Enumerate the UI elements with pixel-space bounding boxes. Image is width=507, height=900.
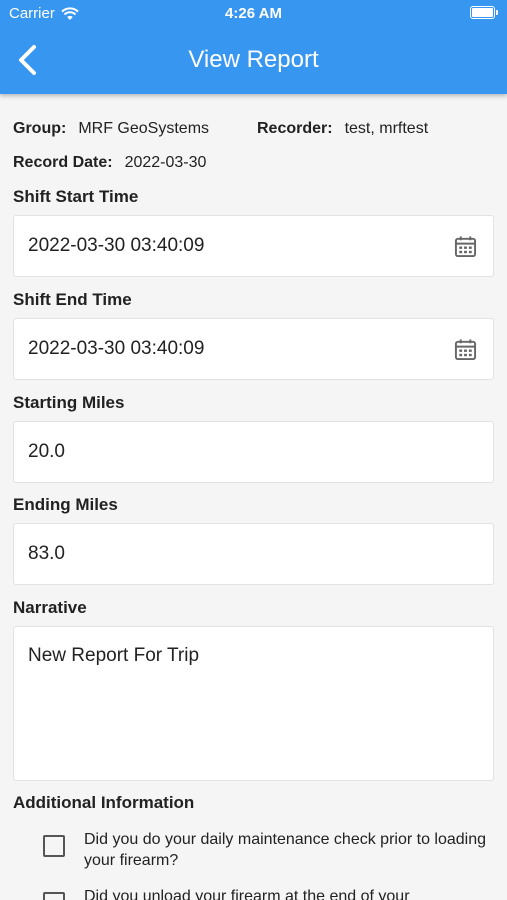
starting-miles-value: 20.0 xyxy=(28,441,65,462)
battery-icon xyxy=(470,6,498,19)
calendar-icon[interactable] xyxy=(454,235,477,258)
starting-miles-field[interactable]: 20.0 xyxy=(13,421,494,483)
group-label: Group: xyxy=(13,120,67,137)
ending-miles-field[interactable]: 83.0 xyxy=(13,523,494,585)
ending-miles-value: 83.0 xyxy=(28,543,65,564)
group-value: MRF GeoSystems xyxy=(78,120,210,137)
record-date-label: Record Date: xyxy=(13,154,113,171)
status-bar: Carrier 4:26 AM xyxy=(0,0,507,28)
checklist-item-text: Did you do your daily maintenance check … xyxy=(84,831,487,869)
nav-bar: View Report xyxy=(0,38,507,82)
ending-miles-label: Ending Miles xyxy=(13,495,118,514)
app-header: Carrier 4:26 AM View Report xyxy=(0,0,507,94)
shift-end-value: 2022-03-30 03:40:09 xyxy=(28,338,205,359)
record-date-value: 2022-03-30 xyxy=(124,154,207,171)
checklist-item-text: Did you unload your firearm at the end o… xyxy=(84,888,410,900)
record-date-row: Record Date: 2022-03-30 xyxy=(13,154,206,172)
recorder-row: Recorder: test, mrftest xyxy=(257,120,428,138)
additional-info-label: Additional Information xyxy=(13,793,195,812)
checkbox[interactable] xyxy=(43,892,65,900)
shift-start-value: 2022-03-30 03:40:09 xyxy=(28,235,205,256)
shift-start-label: Shift Start Time xyxy=(13,187,139,206)
shift-end-label: Shift End Time xyxy=(13,290,132,309)
status-time: 4:26 AM xyxy=(225,5,282,22)
shift-end-field[interactable]: 2022-03-30 03:40:09 xyxy=(13,318,494,380)
calendar-icon[interactable] xyxy=(454,338,477,361)
checklist-item: Did you unload your firearm at the end o… xyxy=(43,886,493,900)
shift-start-field[interactable]: 2022-03-30 03:40:09 xyxy=(13,215,494,277)
checklist-item: Did you do your daily maintenance check … xyxy=(43,829,493,871)
narrative-field[interactable]: New Report For Trip xyxy=(13,626,494,781)
starting-miles-label: Starting Miles xyxy=(13,393,125,412)
checkbox[interactable] xyxy=(43,835,65,857)
narrative-value: New Report For Trip xyxy=(28,645,200,666)
page-title: View Report xyxy=(188,46,319,73)
narrative-label: Narrative xyxy=(13,598,87,617)
group-row: Group: MRF GeoSystems xyxy=(13,120,209,138)
recorder-value: test, mrftest xyxy=(344,120,429,137)
recorder-label: Recorder: xyxy=(257,120,333,137)
